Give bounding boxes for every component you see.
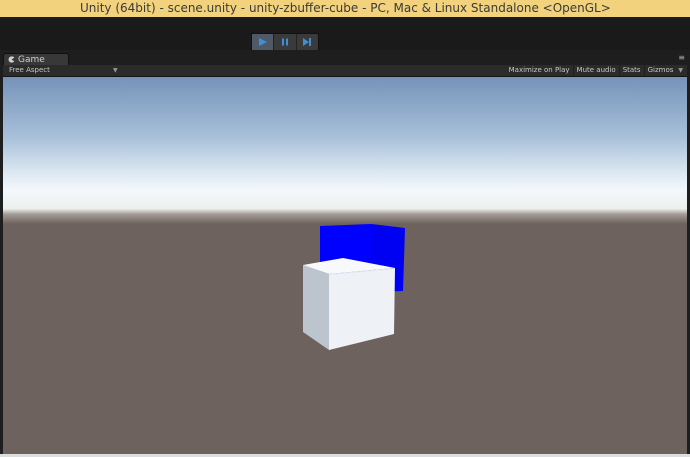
tab-row: Game ≡ [0, 50, 690, 65]
window-title-bar: Unity (64bit) - scene.unity - unity-zbuf… [0, 0, 690, 17]
pacman-icon [8, 56, 15, 63]
tab-game-label: Game [18, 54, 45, 65]
play-icon [258, 38, 267, 46]
gizmos-dropdown-arrow-icon[interactable]: ▼ [676, 65, 683, 76]
step-icon [303, 38, 312, 46]
pause-button[interactable] [274, 34, 297, 50]
aspect-dropdown-arrow-icon[interactable]: ▼ [113, 65, 118, 76]
tab-game[interactable]: Game [3, 53, 69, 65]
game-view-toolbar: Free Aspect ▼ Maximize on Play Mute audi… [3, 65, 687, 77]
maximize-on-play-toggle[interactable]: Maximize on Play [506, 65, 573, 76]
play-controls [251, 33, 319, 51]
white-cube[interactable] [303, 258, 395, 350]
tab-menu-icon[interactable]: ≡ [678, 54, 685, 62]
gizmos-dropdown[interactable]: Gizmos [643, 65, 677, 76]
sky [3, 77, 687, 209]
scene-render [3, 77, 687, 454]
horizon-band [3, 209, 687, 224]
pause-icon [281, 38, 288, 46]
window-title: Unity (64bit) - scene.unity - unity-zbuf… [80, 1, 611, 15]
stats-toggle[interactable]: Stats [618, 65, 644, 76]
aspect-dropdown[interactable]: Free Aspect [9, 65, 50, 76]
mute-audio-toggle[interactable]: Mute audio [572, 65, 619, 76]
game-viewport[interactable] [3, 77, 687, 454]
editor-toolbar [0, 17, 690, 51]
step-button[interactable] [297, 34, 318, 50]
play-button[interactable] [252, 34, 275, 50]
